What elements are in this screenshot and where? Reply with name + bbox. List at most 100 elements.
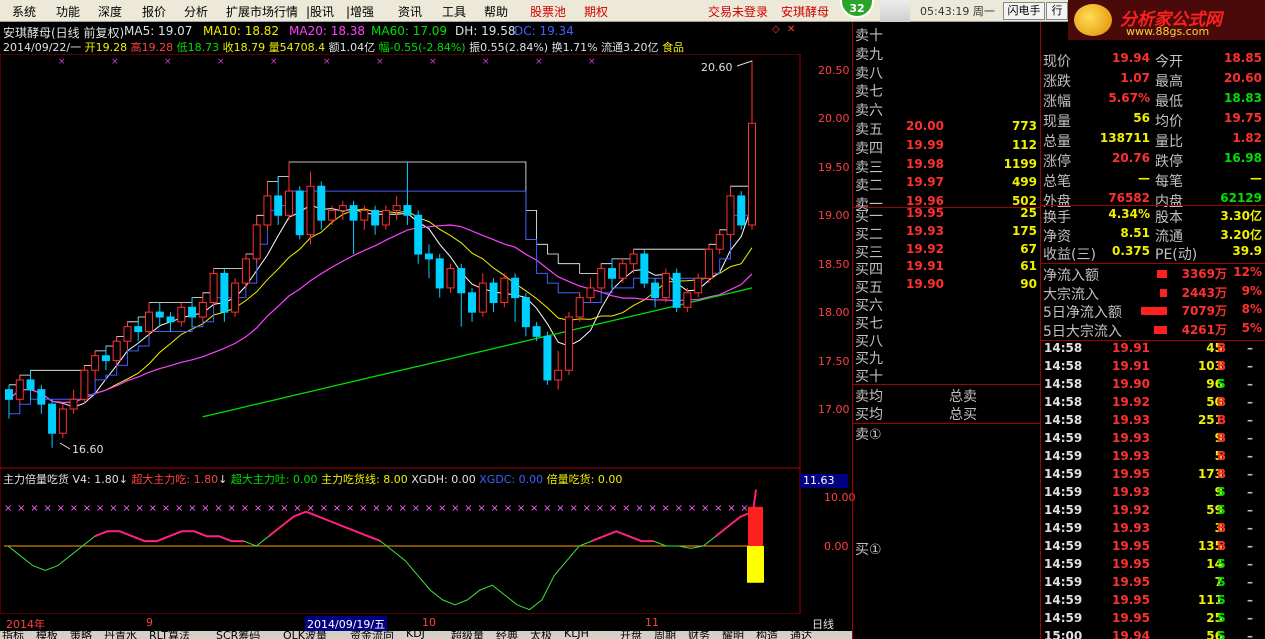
bid-level[interactable]: 买一 19.95 25 [855,206,1041,225]
menu-info[interactable]: 资讯 [398,3,422,20]
quote-button[interactable]: 行 [1046,2,1068,20]
tick-dash: – [1247,359,1253,373]
candle-body [597,268,606,289]
bottom-tab[interactable]: 指标 [2,631,24,639]
candle-body [446,268,455,289]
tick-row[interactable]: 14:58 19.92 50 B – [1042,395,1265,413]
bid-level[interactable]: 买五 19.90 90 [855,277,1041,296]
tick-row[interactable]: 14:59 19.93 9 S – [1042,485,1265,503]
bid-level[interactable]: 买十 [855,366,1041,385]
bottom-tab[interactable]: KDJ [406,631,425,639]
quote-label: 均价 [1155,114,1183,130]
bottom-tab[interactable]: 模板 [36,631,58,639]
bid-level[interactable]: 买六 [855,295,1041,314]
bottom-tab[interactable]: KLJH [564,631,589,639]
candle-body [252,224,261,260]
close-icon[interactable]: ✕ [787,24,795,35]
buy-first-label[interactable]: 买① [855,539,882,559]
tick-row[interactable]: 14:59 19.95 25 S – [1042,611,1265,629]
candle-body [80,369,89,400]
bottom-tab[interactable]: 丹青水 [104,631,137,639]
bottom-tab[interactable]: 耀明 [722,631,744,639]
tick-row[interactable]: 14:59 19.95 7 S – [1042,575,1265,593]
diamond-icon[interactable]: ◇ [772,24,780,35]
ask-level[interactable]: 卖九 [855,44,1041,63]
menu-quote[interactable]: 报价 [142,3,166,20]
menu-analysis[interactable]: 分析 [184,3,208,20]
menu-ext-market[interactable]: 扩展市场行情 [226,3,298,20]
tick-row[interactable]: 14:58 19.91 45 B – [1042,341,1265,359]
tick-row[interactable]: 15:00 19.94 56 S – [1042,629,1265,639]
ask-level[interactable]: 卖八 [855,63,1041,82]
flash-trade-button[interactable]: 闪电手 [1003,2,1045,20]
tick-row[interactable]: 14:59 19.95 135 B – [1042,539,1265,557]
sell-total-label: 总卖 [949,389,977,405]
tick-row[interactable]: 14:59 19.93 3 B – [1042,521,1265,539]
bottom-tab[interactable]: 构造 [756,631,778,639]
ask-level[interactable]: 卖二 19.97 499 [855,175,1041,194]
bottom-tab[interactable]: 开盘 [620,631,642,639]
bid-level[interactable]: 买七 [855,313,1041,332]
current-stock-name[interactable]: 安琪酵母 [781,3,829,20]
tick-row[interactable]: 14:59 19.93 9 B – [1042,431,1265,449]
main-eat-marker: × [280,503,288,514]
bid-level[interactable]: 买三 19.92 67 [855,242,1041,261]
quote-label: 涨幅 [1043,94,1071,110]
main-eat-marker: × [267,503,275,514]
bid-level[interactable]: 买四 19.91 61 [855,259,1041,278]
bottom-tab[interactable]: 策略 [70,631,92,639]
ask-level[interactable]: 卖七 [855,81,1041,100]
quote-value: 1.07 [1120,71,1150,85]
bottom-tab[interactable]: 超级量 [451,631,484,639]
tick-row[interactable]: 14:58 19.91 103 B – [1042,359,1265,377]
bid-level[interactable]: 买九 [855,348,1041,367]
menu-function[interactable]: 功能 [56,3,80,20]
main-eat-marker: × [701,503,709,514]
menu-tools[interactable]: 工具 [442,3,466,20]
bid-level[interactable]: 买八 [855,331,1041,350]
bottom-tab[interactable]: 资金流向 [350,631,394,639]
bid-level[interactable]: 买二 19.93 175 [855,224,1041,243]
flow-value: 7079万 [1181,304,1227,318]
trade-login-status[interactable]: 交易未登录 [708,3,768,20]
tick-row[interactable]: 14:58 19.90 96 S – [1042,377,1265,395]
ask-level[interactable]: 卖五 20.00 773 [855,119,1041,138]
bottom-tab[interactable]: 周期 [654,631,676,639]
menu-stock-pool[interactable]: 股票池 [530,3,566,20]
menu-help[interactable]: 帮助 [484,3,508,20]
tick-row[interactable]: 14:59 19.95 111 S – [1042,593,1265,611]
ask-level-label: 卖九 [855,46,883,63]
tick-time: 14:58 [1044,395,1083,409]
tick-row[interactable]: 14:59 19.95 14 S – [1042,557,1265,575]
menu-options[interactable]: 期权 [584,3,608,20]
ask-level[interactable]: 卖三 19.98 1199 [855,157,1041,176]
tick-side: B [1217,449,1227,463]
bottom-tab[interactable]: 经典 [496,631,518,639]
ask-level[interactable]: 卖四 19.99 112 [855,138,1041,157]
menu-depth[interactable]: 深度 [98,3,122,20]
ask-level[interactable]: 卖十 [855,25,1041,44]
quote-label: 现价 [1043,54,1071,70]
bottom-tab[interactable]: 太极 [530,631,552,639]
bottom-tab[interactable]: OLK波量 [283,631,327,639]
tick-row[interactable]: 14:59 19.95 173 B – [1042,467,1265,485]
tick-row[interactable]: 14:59 19.93 5 B – [1042,449,1265,467]
bottom-tab[interactable]: RLT算法 [149,631,190,639]
menu-stock-news[interactable]: |股讯 [306,3,334,20]
menu-system[interactable]: 系统 [12,3,36,20]
bottom-tab[interactable]: 通达 [790,631,812,639]
candle-body [403,205,412,216]
tick-price: 19.95 [1112,557,1150,571]
info-low: 低18.73 [176,41,220,54]
menu-enhance[interactable]: |增强 [346,3,374,20]
period-label[interactable]: 日线 [812,616,834,632]
bottom-tab[interactable]: SCR筹码 [216,631,260,639]
tick-row[interactable]: 14:59 19.92 59 S – [1042,503,1265,521]
kline-chart[interactable]: × × × × × × × × × × × × × × × × × × × × × × × × × × × × × × × × × × × × × × × ×… [0,54,852,614]
tick-row[interactable]: 14:58 19.93 251 B – [1042,413,1265,431]
sell-first-label[interactable]: 卖① [855,424,882,444]
bottom-tab[interactable]: 财务 [688,631,710,639]
main-eat-marker: × [228,503,236,514]
candle-body [564,316,573,371]
ask-level[interactable]: 卖六 [855,100,1041,119]
